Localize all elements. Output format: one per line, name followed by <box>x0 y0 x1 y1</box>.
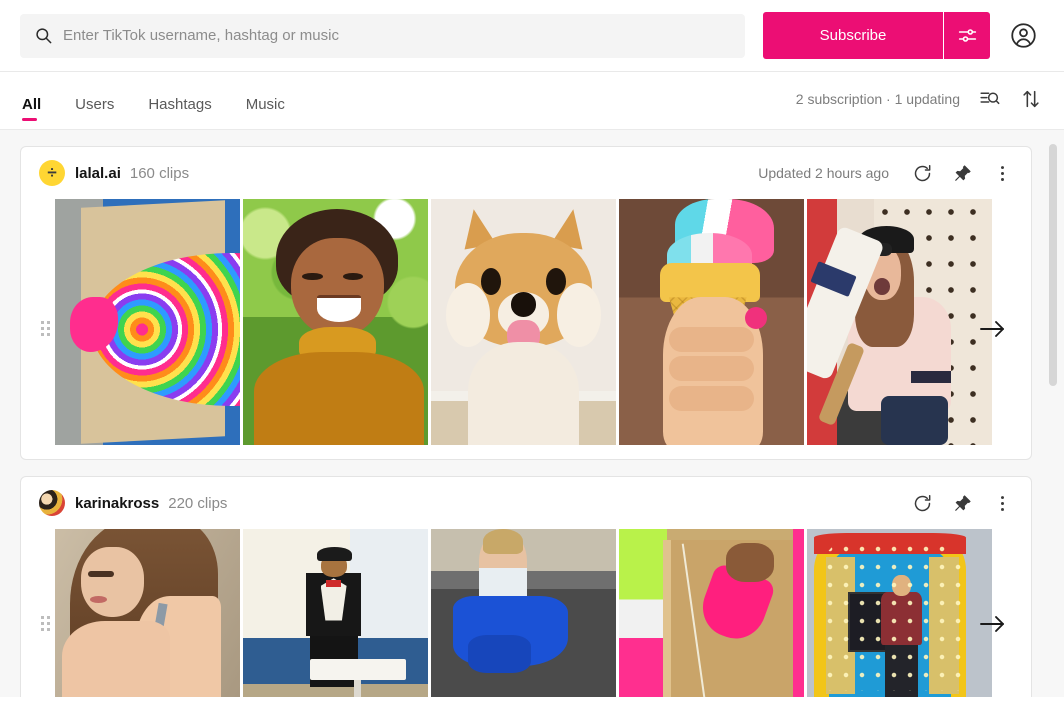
subscribe-button[interactable]: Subscribe <box>763 12 943 59</box>
tab-music[interactable]: Music <box>244 96 287 129</box>
tab-hashtags[interactable]: Hashtags <box>146 96 213 129</box>
card-header: ÷ lalal.ai 160 clips Updated 2 hours ago <box>21 147 1031 199</box>
search-field-wrapper[interactable] <box>20 13 745 58</box>
card-header-actions: Updated 2 hours ago <box>758 160 1015 186</box>
thumbnail-strip <box>21 529 1031 719</box>
subscription-card: karinakross 220 clips <box>20 476 1032 719</box>
subscribe-divider <box>943 12 944 59</box>
refresh-icon <box>914 164 930 181</box>
channel-name[interactable]: lalal.ai <box>75 165 121 182</box>
pin-icon <box>954 164 971 181</box>
app-window: Subscribe All <box>0 0 1064 719</box>
thumbnail-strip <box>21 199 1031 459</box>
bottom-edge-mask <box>0 697 1064 719</box>
vertical-scrollbar[interactable] <box>1049 144 1057 704</box>
thumbnail-list <box>21 529 1031 705</box>
tab-bar-actions: 2 subscription · 1 updating <box>796 86 1044 116</box>
sliders-icon <box>958 29 976 42</box>
clip-thumbnail[interactable] <box>807 199 992 445</box>
filter-search-button[interactable] <box>976 86 1002 112</box>
pin-icon <box>954 494 971 511</box>
more-vertical-icon <box>1000 165 1004 181</box>
top-bar: Subscribe <box>0 0 1064 72</box>
more-options-button[interactable] <box>989 160 1015 186</box>
clip-count: 220 clips <box>168 494 228 512</box>
account-circle-icon <box>1010 23 1036 48</box>
card-header-actions <box>889 490 1015 516</box>
scrollbar-thumb[interactable] <box>1049 144 1057 386</box>
tab-list: All Users Hashtags Music <box>20 72 287 129</box>
subscribe-button-group: Subscribe <box>763 12 990 59</box>
avatar: ÷ <box>39 160 65 186</box>
clip-thumbnail[interactable] <box>431 199 616 445</box>
search-input[interactable] <box>63 27 731 44</box>
account-button[interactable] <box>1002 15 1044 57</box>
carousel-next-button[interactable] <box>973 604 1013 644</box>
clip-thumbnail[interactable] <box>807 529 992 705</box>
avatar <box>39 490 65 516</box>
more-vertical-icon <box>1000 495 1004 511</box>
carousel-next-button[interactable] <box>973 309 1013 349</box>
sort-arrows-icon <box>1023 90 1039 107</box>
sort-button[interactable] <box>1018 86 1044 112</box>
clip-count: 160 clips <box>129 164 190 182</box>
channel-name[interactable]: karinakross <box>75 495 159 512</box>
clip-thumbnail[interactable] <box>619 529 804 705</box>
clip-thumbnail[interactable] <box>55 529 240 705</box>
drag-handle-icon[interactable] <box>41 321 51 337</box>
search-icon <box>36 28 52 44</box>
more-options-button[interactable] <box>989 490 1015 516</box>
pin-button[interactable] <box>949 160 975 186</box>
clip-thumbnail[interactable] <box>55 199 240 445</box>
filter-search-icon <box>979 92 999 105</box>
updated-timestamp: Updated 2 hours ago <box>758 165 889 181</box>
clip-thumbnail[interactable] <box>619 199 804 445</box>
refresh-button[interactable] <box>909 490 935 516</box>
tab-users[interactable]: Users <box>73 96 116 129</box>
subscribe-settings-button[interactable] <box>944 12 990 59</box>
tab-all[interactable]: All <box>20 96 43 129</box>
clip-thumbnail[interactable] <box>243 199 428 445</box>
clip-thumbnail[interactable] <box>243 529 428 705</box>
refresh-button[interactable] <box>909 160 935 186</box>
pin-button[interactable] <box>949 490 975 516</box>
subscriptions-scroll-area[interactable]: ÷ lalal.ai 160 clips Updated 2 hours ago <box>0 130 1064 719</box>
thumbnail-list <box>21 199 1031 445</box>
tab-bar: All Users Hashtags Music 2 subscription … <box>0 72 1064 130</box>
clip-thumbnail[interactable] <box>431 529 616 705</box>
subscription-status: 2 subscription · 1 updating <box>795 90 960 107</box>
subscription-card-list: ÷ lalal.ai 160 clips Updated 2 hours ago <box>0 130 1064 719</box>
refresh-icon <box>914 494 930 511</box>
arrow-right-icon <box>980 321 1004 337</box>
subscription-card: ÷ lalal.ai 160 clips Updated 2 hours ago <box>20 146 1032 460</box>
drag-handle-icon[interactable] <box>41 616 51 632</box>
card-header: karinakross 220 clips <box>21 477 1031 529</box>
arrow-right-icon <box>980 616 1004 632</box>
